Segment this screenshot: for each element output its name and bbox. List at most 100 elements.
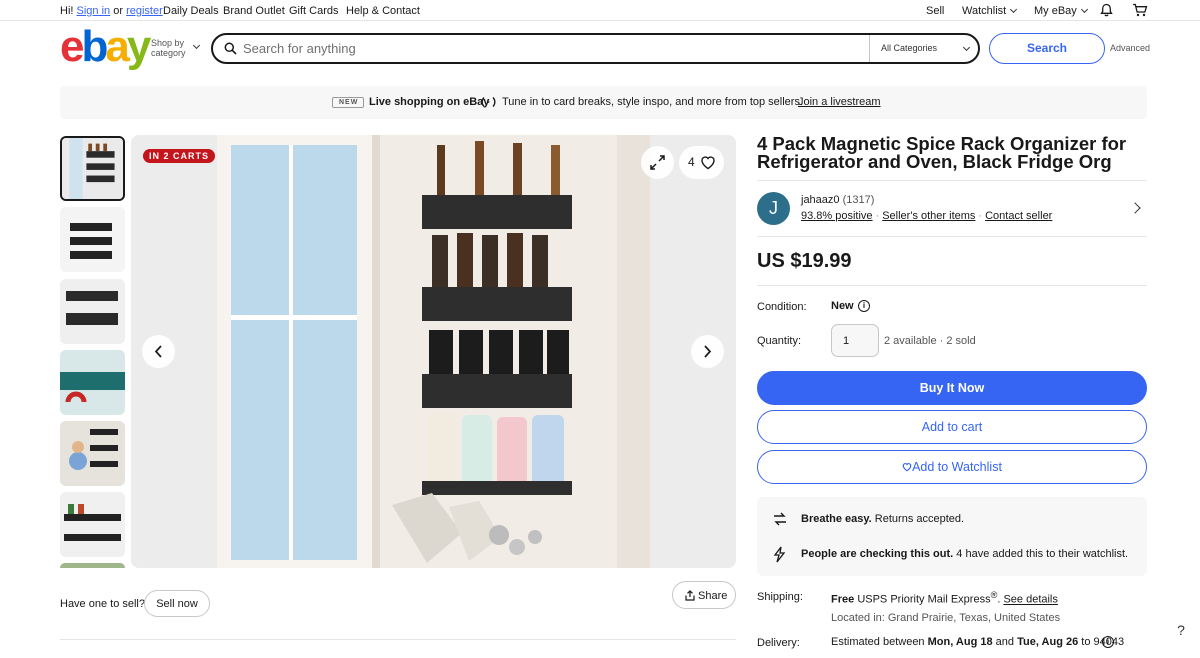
chevron-down-icon bbox=[1080, 5, 1088, 14]
share-button[interactable]: Share bbox=[672, 581, 736, 609]
register-link[interactable]: register bbox=[126, 5, 163, 17]
sell-link[interactable]: Sell bbox=[926, 5, 944, 17]
help-button[interactable]: ? bbox=[1172, 622, 1190, 640]
product-thumbnail-image bbox=[60, 563, 125, 568]
product-title: 4 Pack Magnetic Spice Rack Organizer for… bbox=[757, 133, 1127, 172]
shipping-label: Shipping: bbox=[757, 591, 803, 603]
divider bbox=[60, 639, 736, 640]
daily-deals-link[interactable]: Daily Deals bbox=[163, 5, 219, 17]
returns-text: Returns accepted. bbox=[874, 513, 965, 525]
thumbnail-6[interactable] bbox=[60, 492, 125, 557]
product-thumbnail-image bbox=[60, 207, 125, 272]
divider bbox=[757, 236, 1147, 237]
chevron-right-icon[interactable] bbox=[1129, 202, 1141, 214]
heart-icon bbox=[701, 156, 715, 170]
chevron-down-icon bbox=[192, 41, 201, 50]
ebay-logo[interactable]: ebay bbox=[60, 25, 151, 69]
search-input[interactable] bbox=[243, 39, 863, 58]
thumbnail-4[interactable] bbox=[60, 350, 125, 415]
chevron-down-icon bbox=[1010, 5, 1018, 14]
quantity-label: Quantity: bbox=[757, 335, 802, 347]
thumbnail-1[interactable] bbox=[60, 136, 125, 201]
previous-image-button[interactable] bbox=[142, 335, 175, 368]
heart-icon bbox=[902, 463, 912, 472]
live-shopping-text: Live shopping on eBay bbox=[369, 96, 490, 108]
my-ebay-label: My eBay bbox=[1034, 5, 1077, 17]
expand-icon bbox=[650, 155, 665, 170]
highlights-box: Breathe easy. Returns accepted. People a… bbox=[757, 497, 1147, 576]
thumbnail-5[interactable] bbox=[60, 421, 125, 486]
main-product-image[interactable]: IN 2 CARTS 4 bbox=[131, 135, 736, 568]
tune-in-text: Tune in to card breaks, style inspo, and… bbox=[502, 96, 804, 108]
seller-positive-link[interactable]: 93.8% positive bbox=[801, 210, 873, 222]
expand-image-button[interactable] bbox=[641, 146, 674, 179]
watchers-bold: People are checking this out. bbox=[801, 548, 954, 560]
buy-it-now-button[interactable]: Buy It Now bbox=[757, 371, 1147, 405]
contact-seller-link[interactable]: Contact seller bbox=[985, 210, 1052, 222]
in-carts-badge: IN 2 CARTS bbox=[143, 149, 216, 163]
shipping-value: Free USPS Priority Mail Express®. See de… bbox=[831, 590, 1058, 606]
watchlist-label: Watchlist bbox=[962, 5, 1007, 17]
shipping-method: USPS Priority Mail Express bbox=[857, 593, 991, 606]
chevron-left-icon bbox=[154, 345, 162, 358]
see-details-link[interactable]: See details bbox=[1003, 594, 1057, 606]
seller-name-row[interactable]: jahaaz0 (1317) bbox=[801, 194, 874, 206]
thumbnail-3[interactable] bbox=[60, 279, 125, 344]
seller-avatar[interactable]: J bbox=[757, 192, 790, 225]
live-broadcast-icon bbox=[481, 97, 496, 107]
divider bbox=[757, 285, 1147, 286]
info-icon[interactable]: i bbox=[858, 300, 870, 312]
watchers-text: 4 have added this to their watchlist. bbox=[956, 548, 1129, 560]
delivery-and: and bbox=[995, 636, 1015, 648]
trending-icon bbox=[773, 546, 786, 563]
condition-value: New bbox=[831, 300, 854, 312]
delivery-from: Mon, Aug 18 bbox=[927, 636, 993, 648]
returns-bold: Breathe easy. bbox=[801, 513, 872, 525]
join-livestream-link[interactable]: Join a livestream bbox=[798, 96, 881, 108]
thumbnail-7[interactable] bbox=[60, 563, 125, 568]
category-select-value: All Categories bbox=[881, 43, 938, 53]
search-bar: All Categories bbox=[211, 33, 980, 64]
my-ebay-menu[interactable]: My eBay bbox=[1034, 5, 1088, 17]
sell-now-button[interactable]: Sell now bbox=[144, 590, 210, 617]
top-bar: Hi! Sign in or register Daily Deals Bran… bbox=[0, 0, 1200, 21]
info-icon[interactable]: i bbox=[1102, 636, 1114, 648]
product-thumbnail-image bbox=[60, 421, 125, 486]
help-contact-link[interactable]: Help & Contact bbox=[346, 5, 420, 17]
thumbnail-2[interactable] bbox=[60, 207, 125, 272]
search-button[interactable]: Search bbox=[989, 33, 1105, 64]
category-label: category bbox=[151, 48, 186, 58]
chevron-right-icon bbox=[704, 345, 712, 358]
watchlist-heart-button[interactable]: 4 bbox=[679, 146, 724, 179]
greeting: Hi! Sign in or register bbox=[60, 5, 163, 17]
price: US $19.99 bbox=[757, 250, 852, 272]
add-to-watchlist-button[interactable]: Add to Watchlist bbox=[757, 450, 1147, 484]
chevron-down-icon bbox=[962, 43, 971, 52]
bell-icon[interactable] bbox=[1100, 3, 1113, 17]
delivery-estimate: Estimated between Mon, Aug 18 and Tue, A… bbox=[831, 636, 1124, 648]
delivery-est-text: Estimated between bbox=[831, 636, 925, 648]
quantity-input[interactable]: 1 bbox=[831, 324, 879, 357]
seller-other-items-link[interactable]: Seller's other items bbox=[882, 210, 975, 222]
divider bbox=[757, 180, 1147, 181]
category-select[interactable]: All Categories bbox=[869, 35, 979, 62]
product-thumbnail-image bbox=[60, 350, 125, 415]
shop-by-category-button[interactable]: Shop by category bbox=[151, 38, 201, 58]
gift-cards-link[interactable]: Gift Cards bbox=[289, 5, 339, 17]
watch-count: 4 bbox=[688, 155, 695, 169]
watchlist-menu[interactable]: Watchlist bbox=[962, 5, 1018, 17]
shop-by-label: Shop by bbox=[151, 38, 185, 48]
shipping-free: Free bbox=[831, 593, 855, 606]
add-to-cart-button[interactable]: Add to cart bbox=[757, 410, 1147, 444]
next-image-button[interactable] bbox=[691, 335, 724, 368]
cart-icon[interactable] bbox=[1132, 3, 1148, 17]
brand-outlet-link[interactable]: Brand Outlet bbox=[223, 5, 285, 17]
advanced-search-link[interactable]: Advanced bbox=[1110, 43, 1150, 53]
sign-in-link[interactable]: Sign in bbox=[77, 5, 111, 17]
returns-row: Breathe easy. Returns accepted. bbox=[801, 513, 964, 525]
product-thumbnail-image bbox=[62, 138, 123, 199]
share-label: Share bbox=[698, 590, 728, 602]
delivery-to: Tue, Aug 26 bbox=[1017, 636, 1079, 648]
seller-name[interactable]: jahaaz0 bbox=[801, 194, 840, 206]
share-icon bbox=[685, 590, 695, 601]
